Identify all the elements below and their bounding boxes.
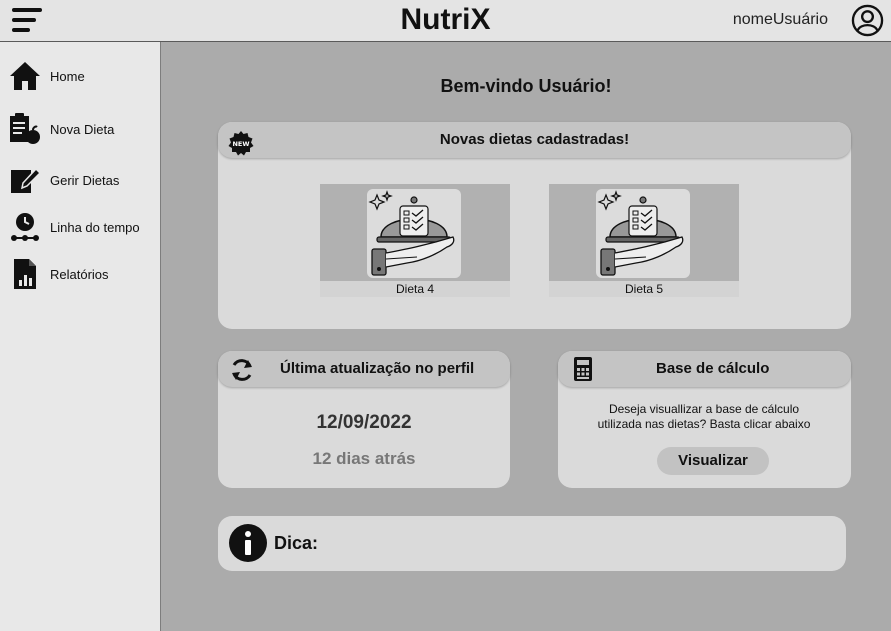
refresh-icon[interactable]: [229, 357, 255, 383]
clipboard-apple-icon: [0, 113, 50, 145]
top-bar: NutriX nomeUsuário: [0, 0, 891, 42]
edit-document-icon: [0, 165, 50, 195]
new-diets-card: NEW Novas dietas cadastradas! Dieta 4 Di…: [218, 122, 851, 329]
info-icon: [229, 524, 267, 562]
sidebar-item-label: Nova Dieta: [50, 121, 115, 137]
hamburger-menu-icon[interactable]: [12, 8, 42, 32]
user-circle-icon[interactable]: [851, 4, 884, 37]
last-update-title: Última atualização no perfil: [280, 360, 475, 377]
last-update-card: Última atualização no perfil 12/09/2022 …: [218, 351, 510, 488]
calc-base-header: Base de cálculo: [558, 351, 851, 387]
calc-base-description-line: Deseja visuallizar a base de cálculo: [608, 402, 800, 416]
diet-card-5[interactable]: Dieta 5: [549, 184, 739, 297]
calc-base-description: Deseja visuallizar a base de cálculo uti…: [558, 402, 850, 432]
diet-image: [596, 189, 690, 278]
sidebar-item-gerir-dietas[interactable]: Gerir Dietas: [0, 158, 160, 202]
calc-base-card: Base de cálculo Deseja visuallizar a bas…: [558, 351, 851, 488]
sidebar-item-label: Home: [50, 68, 85, 84]
sidebar-item-label: Relatórios: [50, 266, 109, 282]
sidebar-item-relatorios[interactable]: Relatórios: [0, 252, 160, 296]
timeline-clock-icon: [0, 211, 50, 243]
diet-name: Dieta 5: [549, 281, 739, 297]
tip-label: Dica:: [274, 533, 319, 553]
home-icon: [0, 61, 50, 91]
new-diets-title: Novas dietas cadastradas!: [439, 131, 630, 148]
last-update-ago: 12 dias atrás: [312, 449, 416, 468]
last-update-header: Última atualização no perfil: [218, 351, 510, 387]
username[interactable]: nomeUsuário: [733, 11, 828, 29]
serving-cloche-icon: [368, 190, 455, 276]
diet-image: [367, 189, 461, 278]
welcome-heading: Bem-vindo Usuário!: [440, 76, 612, 96]
sidebar-item-nova-dieta[interactable]: Nova Dieta: [0, 107, 160, 151]
calculator-icon: [574, 357, 592, 381]
sidebar-item-label: Linha do tempo: [50, 219, 140, 235]
calc-base-title: Base de cálculo: [656, 360, 770, 377]
serving-cloche-icon: [597, 190, 684, 276]
calc-base-description-line: utilizada nas dietas? Basta clicar abaix…: [597, 417, 811, 431]
diet-card-4[interactable]: Dieta 4: [320, 184, 510, 297]
report-chart-icon: [0, 258, 50, 290]
view-button[interactable]: Visualizar: [657, 447, 769, 475]
new-diets-header: NEW Novas dietas cadastradas!: [218, 122, 851, 158]
sidebar-item-home[interactable]: Home: [0, 54, 160, 98]
last-update-date: 12/09/2022: [316, 412, 412, 433]
sidebar: Home Nova Dieta Gerir Dietas Linha do te…: [0, 42, 161, 631]
diet-name: Dieta 4: [320, 281, 510, 297]
sidebar-item-linha-do-tempo[interactable]: Linha do tempo: [0, 205, 160, 249]
sidebar-item-label: Gerir Dietas: [50, 172, 120, 188]
tip-card: Dica:: [218, 516, 846, 571]
